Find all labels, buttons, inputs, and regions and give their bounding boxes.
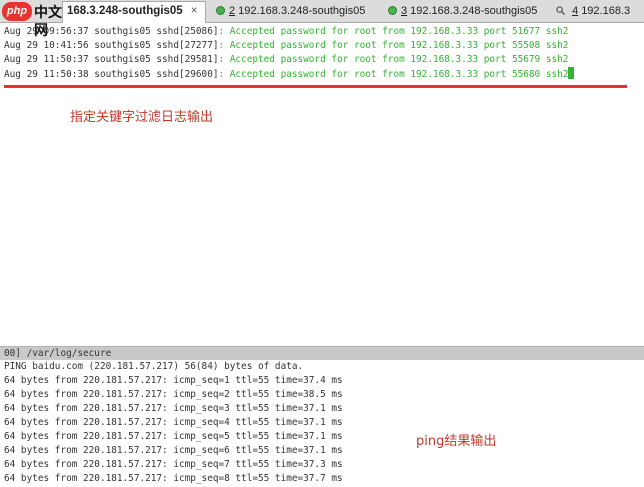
tab-2-number: 2 (229, 5, 236, 17)
ping-line: 64 bytes from 220.181.57.217: icmp_seq=1… (4, 375, 343, 386)
ping-line: 64 bytes from 220.181.57.217: icmp_seq=2… (4, 389, 343, 400)
search-icon (556, 5, 568, 17)
tab-3-title: 192.168.3.248-southgis05 (410, 5, 538, 17)
log-line: Aug 29 11:50:37 southgis05 sshd[29581]: … (4, 54, 569, 65)
ping-line: 64 bytes from 220.181.57.217: icmp_seq=4… (4, 417, 343, 428)
tab-1-title: 168.3.248-southgis05 (67, 5, 183, 17)
log-line: Aug 29 11:50:38 southgis05 sshd[29600]: … (4, 67, 575, 82)
status-dot-icon (388, 6, 397, 15)
tab-2[interactable]: 2 192.168.3.248-southgis05 (212, 2, 392, 22)
tab-4-title: 192.168.3 (581, 5, 631, 17)
ping-line: 64 bytes from 220.181.57.217: icmp_seq=5… (4, 431, 343, 442)
annotation-ping-label: ping结果输出 (416, 434, 497, 449)
tab-4[interactable]: 4 192.168.3 (552, 2, 644, 22)
ping-line: PING baidu.com (220.181.57.217) 56(84) b… (4, 361, 304, 372)
tab-3-number: 3 (401, 5, 408, 17)
php-cn-logo: php 中文网 (2, 2, 64, 38)
tab-1[interactable]: 168.3.248-southgis05 × (62, 1, 206, 23)
tab-2-title: 192.168.3.248-southgis05 (238, 5, 366, 17)
terminal-pane-bottom[interactable]: PING baidu.com (220.181.57.217) 56(84) b… (4, 360, 343, 486)
log-line: Aug 29 10:41:56 southgis05 sshd[27277]: … (4, 40, 569, 51)
annotation-filter-label: 指定关键字过滤日志输出 (70, 110, 214, 125)
tab-3[interactable]: 3 192.168.3.248-southgis05 (384, 2, 548, 22)
terminal-pane-top[interactable]: Aug 29 09:56:37 southgis05 sshd[25086]: … (4, 25, 575, 82)
tab-4-number: 4 (572, 5, 579, 17)
status-dot-icon (216, 6, 225, 15)
terminal-cursor (568, 67, 575, 79)
annotation-underline (4, 85, 627, 88)
pane-status-bar: 00] /var/log/secure (0, 346, 644, 360)
pane-status-text: 00] /var/log/secure (4, 348, 112, 359)
php-logo-badge: php (2, 2, 32, 21)
close-icon[interactable]: × (191, 5, 198, 17)
log-line: Aug 29 09:56:37 southgis05 sshd[25086]: … (4, 26, 569, 37)
ping-line: 64 bytes from 220.181.57.217: icmp_seq=7… (4, 459, 343, 470)
ping-line: 64 bytes from 220.181.57.217: icmp_seq=3… (4, 403, 343, 414)
tab-bar: 168.3.248-southgis05 × 2 192.168.3.248-sou… (0, 0, 644, 38)
ping-line: 64 bytes from 220.181.57.217: icmp_seq=8… (4, 473, 343, 484)
ping-line: 64 bytes from 220.181.57.217: icmp_seq=6… (4, 445, 343, 456)
